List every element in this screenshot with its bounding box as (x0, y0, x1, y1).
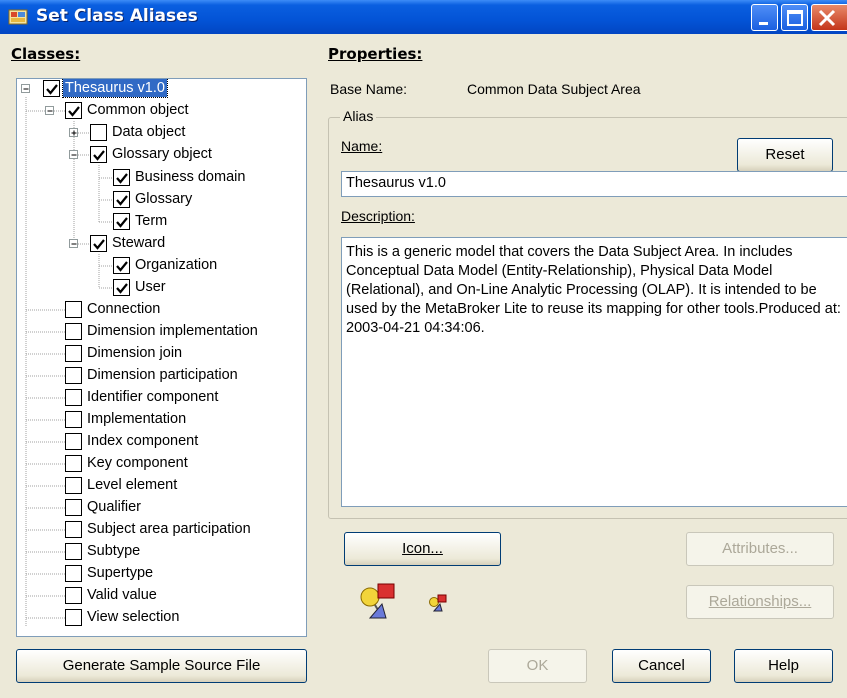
tree-item-checkbox[interactable] (65, 345, 82, 362)
tree-item-checkbox[interactable] (90, 146, 107, 163)
tree-item-checkbox[interactable] (65, 565, 82, 582)
tree-item-checkbox[interactable] (65, 367, 82, 384)
cancel-button[interactable]: Cancel (612, 649, 711, 683)
checkmark-icon (116, 217, 128, 228)
checkmark-icon (116, 173, 128, 184)
class-small-icon (429, 594, 447, 612)
tree-item-label: Glossary (135, 191, 193, 207)
tree-item-label: Steward (112, 235, 166, 251)
minimize-button[interactable] (751, 4, 778, 31)
tree-item-checkbox[interactable] (65, 455, 82, 472)
tree-item-label: Supertype (87, 565, 154, 581)
tree-item-checkbox[interactable] (65, 102, 82, 119)
checkmark-icon (116, 261, 128, 272)
class-large-icon (360, 583, 395, 619)
tree-item-checkbox[interactable] (90, 124, 107, 141)
tree-item-checkbox[interactable] (113, 213, 130, 230)
tree-item-checkbox[interactable] (65, 301, 82, 318)
tree-item-label: Organization (135, 257, 218, 273)
alias-group-label: Alias (340, 108, 377, 124)
tree-expander-collapse[interactable] (69, 150, 78, 159)
ok-button[interactable]: OK (488, 649, 587, 683)
tree-item-label: Dimension join (87, 345, 183, 361)
attributes-button[interactable]: Attributes... (686, 532, 834, 566)
tree-item-checkbox[interactable] (113, 169, 130, 186)
description-label: Description: (341, 208, 415, 224)
close-button[interactable] (811, 4, 847, 31)
checkmark-icon (116, 195, 128, 206)
minus-icon (71, 154, 77, 156)
tree-item-label: Subject area participation (87, 521, 251, 537)
tree-item-label: Data object (112, 124, 186, 140)
tree-expander-collapse[interactable] (45, 106, 54, 115)
tree-item-label: Business domain (135, 169, 246, 185)
tree-item-label: Level element (87, 477, 178, 493)
checkmark-icon (68, 106, 80, 117)
classes-label: Classes: (11, 45, 81, 63)
minimize-icon (759, 22, 768, 25)
checkmark-icon (46, 84, 58, 95)
minus-icon (71, 243, 77, 245)
close-icon (818, 9, 836, 27)
checkmark-icon (116, 283, 128, 294)
tree-expander-collapse[interactable] (21, 84, 30, 93)
tree-item-label: Glossary object (112, 146, 212, 162)
checkmark-icon (93, 150, 105, 161)
description-textarea[interactable]: This is a generic model that covers the … (341, 237, 847, 507)
tree-item-label: Index component (87, 433, 199, 449)
title-bar[interactable]: Set Class Aliases (0, 0, 847, 34)
checkmark-icon (93, 239, 105, 250)
tree-item-label: Dimension participation (87, 367, 238, 383)
help-button[interactable]: Help (734, 649, 833, 683)
base-name-label: Base Name: (330, 81, 408, 97)
tree-item-label: Term (135, 213, 168, 229)
tree-item-label: Subtype (87, 543, 141, 559)
tree-item-label: Dimension implementation (87, 323, 258, 339)
name-label: Name: (341, 138, 383, 154)
tree-item-checkbox[interactable] (65, 433, 82, 450)
base-name-value: Common Data Subject Area (467, 81, 641, 97)
tree-item-label: Valid value (87, 587, 157, 603)
tree-item-checkbox[interactable] (65, 323, 82, 340)
tree-item-label: User (135, 279, 166, 295)
tree-expander-collapse[interactable] (69, 239, 78, 248)
tree-item-checkbox[interactable] (90, 235, 107, 252)
alias-name-input[interactable]: Thesaurus v1.0 (341, 171, 847, 197)
generate-sample-source-file-button[interactable]: Generate Sample Source File (16, 649, 307, 683)
maximize-icon (787, 10, 803, 26)
tree-item-checkbox[interactable] (113, 279, 130, 296)
tree-item-checkbox[interactable] (65, 477, 82, 494)
reset-button[interactable]: Reset (737, 138, 833, 172)
tree-item-label: View selection (87, 609, 180, 625)
minus-icon (23, 88, 29, 90)
tree-item-checkbox[interactable] (65, 587, 82, 604)
tree-item-label: Identifier component (87, 389, 219, 405)
tree-expander-expand[interactable] (69, 128, 78, 137)
tree-item-label: Connection (87, 301, 161, 317)
tree-item-checkbox[interactable] (65, 389, 82, 406)
tree-item-checkbox[interactable] (65, 411, 82, 428)
tree-item-checkbox[interactable] (43, 80, 60, 97)
plus-icon (71, 130, 77, 136)
tree-item-label: Key component (87, 455, 188, 471)
classes-tree[interactable]: Thesaurus v1.0 Common object Data object… (16, 78, 307, 637)
window-title: Set Class Aliases (36, 6, 198, 26)
maximize-button[interactable] (781, 4, 808, 31)
tree-item-checkbox[interactable] (113, 191, 130, 208)
tree-item-checkbox[interactable] (65, 521, 82, 538)
tree-item-checkbox[interactable] (65, 609, 82, 626)
tree-item-checkbox[interactable] (65, 499, 82, 516)
tree-item-checkbox[interactable] (113, 257, 130, 274)
icon-button[interactable]: Icon... (344, 532, 501, 566)
tree-item-checkbox[interactable] (65, 543, 82, 560)
tree-item-label: Common object (87, 102, 189, 118)
app-icon (8, 9, 28, 25)
properties-label: Properties: (328, 45, 423, 63)
relationships-button[interactable]: Relationships... (686, 585, 834, 619)
minus-icon (47, 110, 53, 112)
tree-item-label: Implementation (87, 411, 187, 427)
tree-item-label: Qualifier (87, 499, 141, 515)
tree-item-label: Thesaurus v1.0 (62, 79, 168, 98)
